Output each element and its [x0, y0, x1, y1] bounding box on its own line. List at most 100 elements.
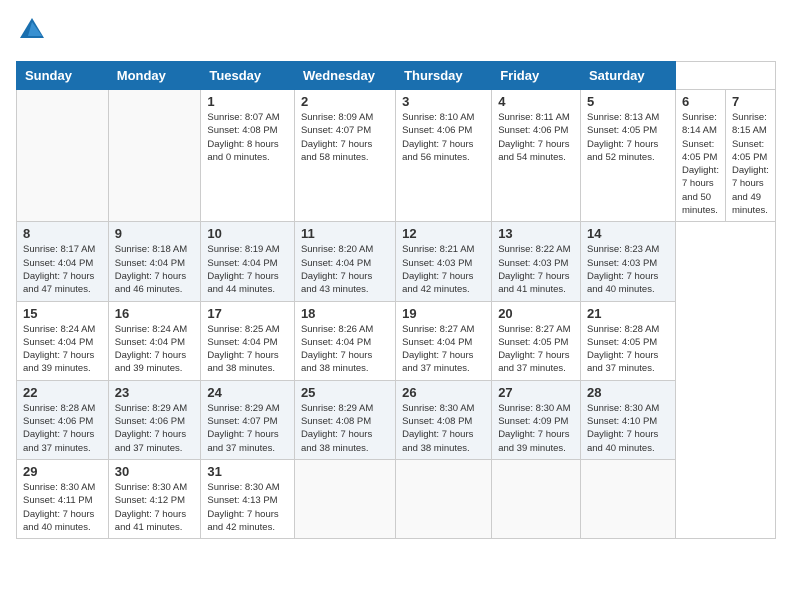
calendar-cell: 10 Sunrise: 8:19 AM Sunset: 4:04 PM Dayl…	[201, 222, 295, 301]
day-info: Sunrise: 8:30 AM Sunset: 4:09 PM Dayligh…	[498, 402, 574, 455]
calendar-cell: 8 Sunrise: 8:17 AM Sunset: 4:04 PM Dayli…	[17, 222, 109, 301]
day-info: Sunrise: 8:19 AM Sunset: 4:04 PM Dayligh…	[207, 243, 288, 296]
calendar-cell: 6 Sunrise: 8:14 AM Sunset: 4:05 PM Dayli…	[676, 90, 726, 222]
day-header-saturday: Saturday	[580, 62, 675, 90]
day-info: Sunrise: 8:13 AM Sunset: 4:05 PM Dayligh…	[587, 111, 669, 164]
calendar-cell	[492, 459, 581, 538]
day-info: Sunrise: 8:29 AM Sunset: 4:08 PM Dayligh…	[301, 402, 389, 455]
day-info: Sunrise: 8:25 AM Sunset: 4:04 PM Dayligh…	[207, 323, 288, 376]
calendar-cell: 1 Sunrise: 8:07 AM Sunset: 4:08 PM Dayli…	[201, 90, 295, 222]
day-info: Sunrise: 8:30 AM Sunset: 4:11 PM Dayligh…	[23, 481, 102, 534]
day-number: 4	[498, 94, 574, 109]
calendar-cell: 16 Sunrise: 8:24 AM Sunset: 4:04 PM Dayl…	[108, 301, 201, 380]
calendar-cell: 15 Sunrise: 8:24 AM Sunset: 4:04 PM Dayl…	[17, 301, 109, 380]
calendar-week-2: 8 Sunrise: 8:17 AM Sunset: 4:04 PM Dayli…	[17, 222, 776, 301]
day-number: 5	[587, 94, 669, 109]
day-number: 15	[23, 306, 102, 321]
header-row: SundayMondayTuesdayWednesdayThursdayFrid…	[17, 62, 776, 90]
logo-icon	[18, 16, 46, 44]
day-number: 19	[402, 306, 485, 321]
day-info: Sunrise: 8:07 AM Sunset: 4:08 PM Dayligh…	[207, 111, 288, 164]
calendar-cell: 18 Sunrise: 8:26 AM Sunset: 4:04 PM Dayl…	[294, 301, 395, 380]
calendar-cell: 29 Sunrise: 8:30 AM Sunset: 4:11 PM Dayl…	[17, 459, 109, 538]
day-header-thursday: Thursday	[396, 62, 492, 90]
day-number: 12	[402, 226, 485, 241]
calendar-table: SundayMondayTuesdayWednesdayThursdayFrid…	[16, 61, 776, 539]
day-number: 7	[732, 94, 769, 109]
calendar-week-4: 22 Sunrise: 8:28 AM Sunset: 4:06 PM Dayl…	[17, 380, 776, 459]
calendar-cell: 5 Sunrise: 8:13 AM Sunset: 4:05 PM Dayli…	[580, 90, 675, 222]
day-info: Sunrise: 8:10 AM Sunset: 4:06 PM Dayligh…	[402, 111, 485, 164]
day-info: Sunrise: 8:28 AM Sunset: 4:06 PM Dayligh…	[23, 402, 102, 455]
day-number: 24	[207, 385, 288, 400]
calendar-cell: 23 Sunrise: 8:29 AM Sunset: 4:06 PM Dayl…	[108, 380, 201, 459]
calendar-week-3: 15 Sunrise: 8:24 AM Sunset: 4:04 PM Dayl…	[17, 301, 776, 380]
day-info: Sunrise: 8:22 AM Sunset: 4:03 PM Dayligh…	[498, 243, 574, 296]
day-info: Sunrise: 8:29 AM Sunset: 4:07 PM Dayligh…	[207, 402, 288, 455]
calendar-cell: 19 Sunrise: 8:27 AM Sunset: 4:04 PM Dayl…	[396, 301, 492, 380]
day-info: Sunrise: 8:15 AM Sunset: 4:05 PM Dayligh…	[732, 111, 769, 217]
calendar-cell: 26 Sunrise: 8:30 AM Sunset: 4:08 PM Dayl…	[396, 380, 492, 459]
day-number: 20	[498, 306, 574, 321]
calendar-cell	[580, 459, 675, 538]
day-number: 11	[301, 226, 389, 241]
day-info: Sunrise: 8:30 AM Sunset: 4:08 PM Dayligh…	[402, 402, 485, 455]
calendar-cell: 14 Sunrise: 8:23 AM Sunset: 4:03 PM Dayl…	[580, 222, 675, 301]
day-info: Sunrise: 8:18 AM Sunset: 4:04 PM Dayligh…	[115, 243, 195, 296]
day-info: Sunrise: 8:30 AM Sunset: 4:13 PM Dayligh…	[207, 481, 288, 534]
day-info: Sunrise: 8:11 AM Sunset: 4:06 PM Dayligh…	[498, 111, 574, 164]
calendar-cell: 4 Sunrise: 8:11 AM Sunset: 4:06 PM Dayli…	[492, 90, 581, 222]
calendar-cell: 20 Sunrise: 8:27 AM Sunset: 4:05 PM Dayl…	[492, 301, 581, 380]
calendar-cell: 25 Sunrise: 8:29 AM Sunset: 4:08 PM Dayl…	[294, 380, 395, 459]
calendar-cell: 17 Sunrise: 8:25 AM Sunset: 4:04 PM Dayl…	[201, 301, 295, 380]
day-info: Sunrise: 8:24 AM Sunset: 4:04 PM Dayligh…	[23, 323, 102, 376]
day-header-monday: Monday	[108, 62, 201, 90]
calendar-header: SundayMondayTuesdayWednesdayThursdayFrid…	[17, 62, 776, 90]
day-number: 17	[207, 306, 288, 321]
day-number: 22	[23, 385, 102, 400]
day-number: 6	[682, 94, 719, 109]
calendar-cell: 22 Sunrise: 8:28 AM Sunset: 4:06 PM Dayl…	[17, 380, 109, 459]
calendar-cell	[396, 459, 492, 538]
calendar-cell: 31 Sunrise: 8:30 AM Sunset: 4:13 PM Dayl…	[201, 459, 295, 538]
day-number: 13	[498, 226, 574, 241]
day-info: Sunrise: 8:20 AM Sunset: 4:04 PM Dayligh…	[301, 243, 389, 296]
day-info: Sunrise: 8:21 AM Sunset: 4:03 PM Dayligh…	[402, 243, 485, 296]
calendar-cell: 2 Sunrise: 8:09 AM Sunset: 4:07 PM Dayli…	[294, 90, 395, 222]
logo-text	[16, 16, 46, 49]
day-info: Sunrise: 8:30 AM Sunset: 4:10 PM Dayligh…	[587, 402, 669, 455]
calendar-cell: 13 Sunrise: 8:22 AM Sunset: 4:03 PM Dayl…	[492, 222, 581, 301]
day-number: 31	[207, 464, 288, 479]
calendar-cell: 11 Sunrise: 8:20 AM Sunset: 4:04 PM Dayl…	[294, 222, 395, 301]
day-number: 25	[301, 385, 389, 400]
calendar-cell: 24 Sunrise: 8:29 AM Sunset: 4:07 PM Dayl…	[201, 380, 295, 459]
day-info: Sunrise: 8:14 AM Sunset: 4:05 PM Dayligh…	[682, 111, 719, 217]
day-info: Sunrise: 8:26 AM Sunset: 4:04 PM Dayligh…	[301, 323, 389, 376]
day-header-sunday: Sunday	[17, 62, 109, 90]
day-info: Sunrise: 8:28 AM Sunset: 4:05 PM Dayligh…	[587, 323, 669, 376]
day-number: 28	[587, 385, 669, 400]
day-number: 1	[207, 94, 288, 109]
day-number: 8	[23, 226, 102, 241]
day-number: 27	[498, 385, 574, 400]
day-number: 26	[402, 385, 485, 400]
calendar-cell	[17, 90, 109, 222]
day-number: 16	[115, 306, 195, 321]
calendar-cell: 28 Sunrise: 8:30 AM Sunset: 4:10 PM Dayl…	[580, 380, 675, 459]
calendar-body: 1 Sunrise: 8:07 AM Sunset: 4:08 PM Dayli…	[17, 90, 776, 539]
day-info: Sunrise: 8:30 AM Sunset: 4:12 PM Dayligh…	[115, 481, 195, 534]
day-number: 9	[115, 226, 195, 241]
day-info: Sunrise: 8:23 AM Sunset: 4:03 PM Dayligh…	[587, 243, 669, 296]
day-info: Sunrise: 8:24 AM Sunset: 4:04 PM Dayligh…	[115, 323, 195, 376]
day-info: Sunrise: 8:27 AM Sunset: 4:04 PM Dayligh…	[402, 323, 485, 376]
logo	[16, 16, 46, 49]
day-number: 10	[207, 226, 288, 241]
calendar-cell: 3 Sunrise: 8:10 AM Sunset: 4:06 PM Dayli…	[396, 90, 492, 222]
day-number: 21	[587, 306, 669, 321]
calendar-cell	[294, 459, 395, 538]
day-number: 2	[301, 94, 389, 109]
day-info: Sunrise: 8:09 AM Sunset: 4:07 PM Dayligh…	[301, 111, 389, 164]
calendar-cell: 27 Sunrise: 8:30 AM Sunset: 4:09 PM Dayl…	[492, 380, 581, 459]
day-header-wednesday: Wednesday	[294, 62, 395, 90]
day-header-friday: Friday	[492, 62, 581, 90]
